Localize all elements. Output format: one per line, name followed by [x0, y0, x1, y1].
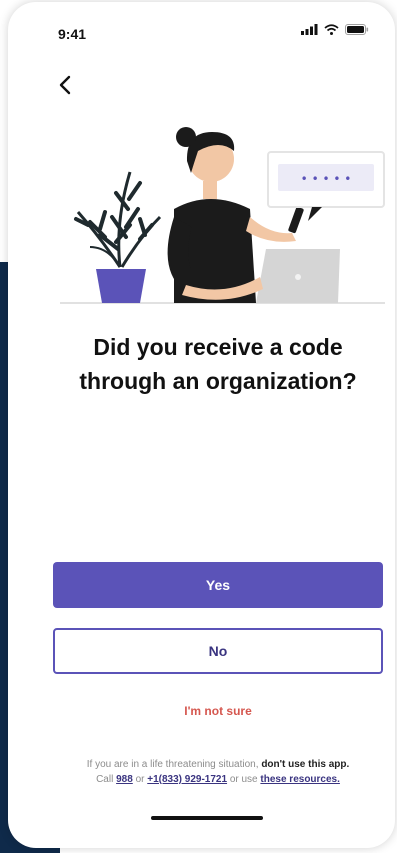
status-icons: [301, 24, 369, 35]
not-sure-link[interactable]: I'm not sure: [53, 704, 383, 718]
password-bubble: • • • • •: [267, 151, 385, 221]
illustration: • • • • •: [60, 127, 385, 304]
status-time: 9:41: [58, 26, 87, 42]
question-heading: Did you receive a code through an organi…: [48, 330, 388, 398]
safety-footer: If you are in a life threatening situati…: [38, 757, 395, 787]
footer-line-2: Call 988 or +1(833) 929-1721 or use thes…: [38, 772, 395, 787]
status-bar: 9:41: [8, 2, 395, 58]
footer-or-text: or: [135, 774, 145, 785]
phone-hotline-link[interactable]: +1(833) 929-1721: [147, 774, 227, 785]
battery-icon: [345, 24, 369, 35]
phone-988-link[interactable]: 988: [116, 774, 133, 785]
home-indicator[interactable]: [151, 816, 263, 820]
back-button[interactable]: [50, 68, 80, 102]
chevron-left-icon: [59, 75, 71, 95]
footer-warning-text: If you are in a life threatening situati…: [86, 759, 259, 770]
wifi-icon: [324, 24, 339, 35]
no-button[interactable]: No: [53, 628, 383, 674]
laptop-illustration: [256, 249, 340, 303]
footer-or-use-text: or use: [229, 774, 258, 785]
yes-button[interactable]: Yes: [53, 562, 383, 608]
plant-illustration: [74, 171, 162, 303]
question-line-2: through an organization?: [79, 368, 357, 394]
password-dots: • • • • •: [301, 172, 352, 186]
footer-line-1: If you are in a life threatening situati…: [38, 757, 395, 772]
footer-warning-bold: don't use this app.: [261, 759, 350, 770]
question-line-1: Did you receive a code: [93, 334, 343, 360]
phone-screen: 9:41 • • • • • Did you receive a code th…: [8, 2, 395, 848]
footer-call-text: Call: [96, 774, 114, 785]
signal-icon: [301, 24, 318, 35]
resources-link[interactable]: these resources.: [260, 774, 340, 785]
